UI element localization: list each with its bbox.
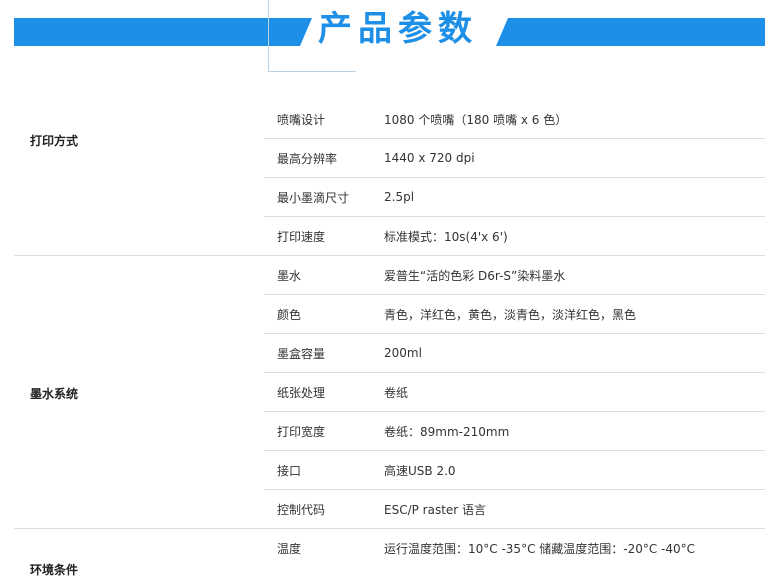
- spec-rows: 温度 运行温度范围：10°C -35°C 储藏温度范围：-20°C -40°C: [264, 529, 765, 567]
- spec-row: 墨水 爱普生“活的色彩 D6r-S”染料墨水: [264, 256, 765, 295]
- spec-value: 2.5pl: [384, 190, 415, 204]
- spec-row: 打印宽度 卷纸：89mm-210mm: [264, 412, 765, 451]
- spec-label: 最小墨滴尺寸: [277, 190, 350, 205]
- spec-row: 最高分辨率 1440 x 720 dpi: [264, 139, 765, 178]
- spec-rows: 墨水 爱普生“活的色彩 D6r-S”染料墨水 颜色 青色，洋红色，黄色，淡青色，…: [264, 256, 765, 528]
- category-label: 打印方式: [30, 134, 79, 148]
- spec-row: 墨盒容量 200ml: [264, 334, 765, 373]
- section-banner: 产品参数: [0, 0, 779, 75]
- spec-row: 温度 运行温度范围：10°C -35°C 储藏温度范围：-20°C -40°C: [264, 529, 765, 567]
- spec-group-ink-system: 墨水系统 墨水 爱普生“活的色彩 D6r-S”染料墨水 颜色 青色，洋红色，黄色…: [14, 256, 765, 529]
- category-label: 环境条件: [30, 563, 79, 577]
- spec-row: 控制代码 ESC/P raster 语言: [264, 490, 765, 528]
- spec-row: 纸张处理 卷纸: [264, 373, 765, 412]
- spec-label: 打印宽度: [277, 424, 326, 439]
- spec-value: 1440 x 720 dpi: [384, 151, 475, 165]
- spec-value: 卷纸: [384, 385, 409, 400]
- spec-value: 标准模式：10s(4'x 6'): [384, 229, 508, 244]
- spec-label: 墨水: [277, 268, 302, 283]
- spec-label: 最高分辨率: [277, 151, 338, 166]
- spec-row: 颜色 青色，洋红色，黄色，淡青色，淡洋红色，黑色: [264, 295, 765, 334]
- spec-label: 控制代码: [277, 502, 326, 517]
- spec-value: 爱普生“活的色彩 D6r-S”染料墨水: [384, 268, 566, 283]
- banner-bar-right: [496, 18, 765, 46]
- spec-label: 温度: [277, 541, 302, 556]
- spec-group-print-method: 打印方式 喷嘴设计 1080 个喷嘴（180 喷嘴 x 6 色） 最高分辨率 1…: [14, 100, 765, 256]
- spec-row: 接口 高速USB 2.0: [264, 451, 765, 490]
- category-label: 墨水系统: [30, 387, 79, 401]
- section-title: 产品参数: [318, 9, 478, 49]
- spec-label: 墨盒容量: [277, 346, 326, 361]
- spec-row: 最小墨滴尺寸 2.5pl: [264, 178, 765, 217]
- spec-table: 打印方式 喷嘴设计 1080 个喷嘴（180 喷嘴 x 6 色） 最高分辨率 1…: [14, 100, 765, 578]
- banner-divider-horizontal: [268, 71, 356, 72]
- spec-value: 青色，洋红色，黄色，淡青色，淡洋红色，黑色: [384, 307, 637, 322]
- spec-label: 喷嘴设计: [277, 112, 326, 127]
- spec-group-environment: 环境条件 温度 运行温度范围：10°C -35°C 储藏温度范围：-20°C -…: [14, 529, 765, 578]
- spec-row: 喷嘴设计 1080 个喷嘴（180 喷嘴 x 6 色）: [264, 100, 765, 139]
- banner-divider-vertical: [268, 0, 269, 72]
- spec-label: 颜色: [277, 307, 302, 322]
- spec-value: 200ml: [384, 346, 422, 360]
- spec-value: 运行温度范围：10°C -35°C 储藏温度范围：-20°C -40°C: [384, 541, 696, 556]
- spec-value: ESC/P raster 语言: [384, 502, 487, 517]
- spec-value: 1080 个喷嘴（180 喷嘴 x 6 色）: [384, 112, 568, 127]
- spec-row: 打印速度 标准模式：10s(4'x 6'): [264, 217, 765, 255]
- spec-rows: 喷嘴设计 1080 个喷嘴（180 喷嘴 x 6 色） 最高分辨率 1440 x…: [264, 100, 765, 255]
- spec-value: 高速USB 2.0: [384, 463, 456, 478]
- spec-value: 卷纸：89mm-210mm: [384, 424, 510, 439]
- spec-label: 纸张处理: [277, 385, 326, 400]
- spec-label: 接口: [277, 463, 302, 478]
- spec-label: 打印速度: [277, 229, 326, 244]
